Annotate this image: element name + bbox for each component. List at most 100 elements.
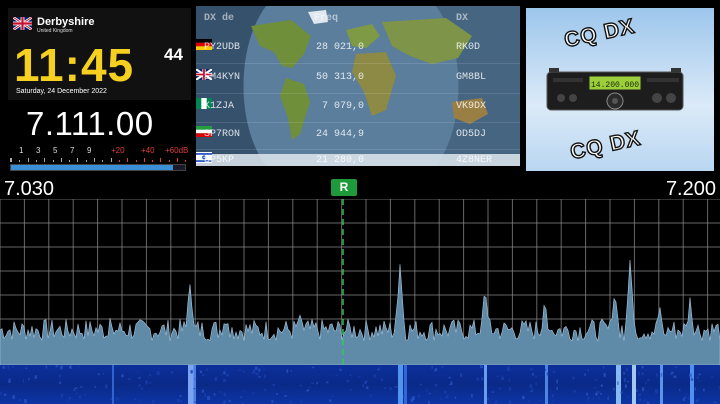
- waterfall-noise: [331, 395, 334, 398]
- s-meter-label: +20: [111, 146, 125, 155]
- waterfall-noise: [679, 389, 681, 392]
- header-spotter: DX de: [204, 13, 235, 24]
- waterfall-noise: [446, 394, 449, 398]
- waterfall-noise: [134, 398, 137, 401]
- waterfall-noise: [311, 366, 315, 369]
- waterfall-noise: [642, 387, 645, 392]
- waterfall-noise: [73, 388, 75, 391]
- waterfall-noise: [479, 365, 483, 369]
- waterfall-noise: [138, 376, 141, 379]
- waterfall-noise: [594, 379, 598, 381]
- waterfall-noise: [498, 387, 501, 390]
- waterfall-noise: [612, 388, 614, 390]
- waterfall-noise: [220, 391, 222, 394]
- waterfall-noise: [251, 371, 253, 374]
- rx-marker[interactable]: R: [331, 179, 357, 196]
- cluster-row[interactable]: K1ZJA 7 079,0 VK9DX: [196, 96, 520, 119]
- waterfall-noise: [275, 393, 278, 395]
- waterfall-signal: [660, 365, 663, 404]
- row-divider: [196, 93, 520, 94]
- waterfall-noise: [346, 380, 350, 383]
- dx-call: OD5DJ: [456, 129, 487, 140]
- waterfall-noise: [242, 370, 245, 373]
- waterfall-noise: [45, 365, 48, 369]
- waterfall-noise: [595, 392, 597, 397]
- waterfall-noise: [193, 388, 196, 390]
- waterfall-noise: [199, 370, 203, 374]
- dx-call: GM8BL: [456, 72, 487, 83]
- waterfall-display[interactable]: [0, 365, 720, 404]
- waterfall-noise: [522, 395, 525, 400]
- waterfall-noise: [290, 370, 292, 372]
- waterfall-noise: [176, 398, 180, 403]
- waterfall-noise: [272, 383, 276, 387]
- waterfall-noise: [244, 390, 246, 392]
- waterfall-noise: [467, 398, 470, 400]
- waterfall-noise: [326, 381, 329, 384]
- waterfall-noise: [349, 374, 352, 376]
- spectrum-panel[interactable]: 7.030 R 7.200: [0, 175, 720, 404]
- s-meter-label: 5: [53, 146, 58, 155]
- waterfall-noise: [674, 366, 678, 369]
- waterfall-noise: [204, 393, 207, 397]
- waterfall-noise: [670, 373, 672, 375]
- transceiver-image: 14.200.000: [546, 68, 684, 111]
- waterfall-noise: [655, 373, 658, 377]
- cluster-row[interactable]: SM4KYN 50 313,0 GM8BL: [196, 67, 520, 90]
- waterfall-noise: [600, 385, 604, 387]
- waterfall-noise: [535, 382, 538, 386]
- waterfall-noise: [417, 394, 420, 398]
- waterfall-noise: [223, 399, 226, 403]
- spot-freq: 50 313,0: [315, 72, 364, 83]
- cluster-row[interactable]: SP5KP 21 280,0 4Z8NER: [196, 150, 520, 166]
- waterfall-noise: [671, 371, 674, 375]
- waterfall-noise: [128, 378, 131, 381]
- waterfall-noise: [358, 376, 361, 378]
- s-meter-tick: [127, 158, 129, 162]
- s-meter-tick: [19, 160, 21, 162]
- cluster-row[interactable]: SP7RON 24 944,9 OD5DJ: [196, 124, 520, 147]
- s-meter-label: +40: [141, 146, 155, 155]
- waterfall-noise: [637, 371, 640, 376]
- waterfall-noise: [476, 377, 479, 381]
- waterfall-noise: [222, 401, 224, 404]
- waterfall-noise: [434, 383, 438, 387]
- waterfall-noise: [598, 396, 600, 400]
- s-meter-tick: [77, 158, 79, 162]
- waterfall-noise: [224, 368, 227, 371]
- waterfall-noise: [435, 368, 438, 371]
- waterfall-signals: [0, 365, 720, 404]
- s-meter-bar: [10, 164, 186, 171]
- waterfall-noise: [641, 372, 644, 375]
- s-meter-tick: [135, 160, 137, 162]
- waterfall-noise: [7, 365, 9, 370]
- waterfall-noise: [66, 399, 69, 402]
- waterfall-noise: [223, 392, 226, 397]
- waterfall-noise: [194, 378, 197, 380]
- dx-call: RK0D: [456, 42, 481, 53]
- waterfall-noise: [380, 378, 384, 382]
- s-meter-tick: [52, 160, 54, 162]
- clock-panel: Derbyshire United Kingdom 11:45 44 Satur…: [8, 8, 191, 100]
- waterfall-noise: [428, 400, 430, 404]
- promo-top-text: CQ DX: [562, 14, 638, 53]
- waterfall-noise: [170, 371, 174, 374]
- waterfall-noise: [12, 365, 14, 368]
- waterfall-noise: [531, 373, 534, 376]
- spectrum-trace: [0, 259, 720, 365]
- s-meter-tick: [118, 160, 120, 162]
- waterfall-noise: [121, 374, 124, 378]
- waterfall-noise: [508, 386, 511, 391]
- waterfall-noise: [573, 390, 576, 393]
- waterfall-noise: [373, 374, 376, 378]
- waterfall-noise: [552, 400, 554, 403]
- waterfall-noise: [487, 397, 489, 401]
- header-freq: Freq: [314, 13, 339, 24]
- cluster-row[interactable]: PY2UDB 28 021,0 RK0D: [196, 37, 520, 60]
- waterfall-noise: [538, 400, 542, 402]
- waterfall-noise: [28, 378, 30, 381]
- spectrum-display[interactable]: [0, 199, 720, 365]
- waterfall-noise: [180, 400, 182, 403]
- spectrum-end-freq: 7.200: [665, 178, 716, 200]
- waterfall-noise: [223, 378, 226, 383]
